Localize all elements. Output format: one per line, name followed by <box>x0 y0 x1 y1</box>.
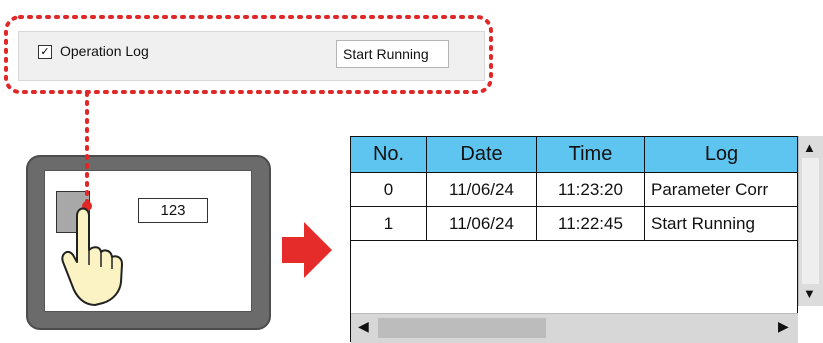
column-header-time: Time <box>536 136 645 173</box>
operation-log-label: Operation Log <box>60 43 149 59</box>
column-header-date: Date <box>426 136 537 173</box>
cell-log: Parameter Corr <box>644 172 799 207</box>
cell-time: 11:23:20 <box>536 172 645 207</box>
cell-date: 11/06/24 <box>426 206 537 241</box>
table-header-row: No. Date Time Log <box>350 136 799 173</box>
log-message-field[interactable]: Start Running <box>336 40 449 68</box>
cell-no: 1 <box>350 206 427 241</box>
scroll-right-arrow-icon[interactable]: ▶ <box>778 318 789 335</box>
column-header-log: Log <box>644 136 799 173</box>
log-table-grid: No. Date Time Log 0 11/06/24 11:23:20 Pa… <box>350 136 799 241</box>
cell-date: 11/06/24 <box>426 172 537 207</box>
numeric-display: 123 <box>138 198 208 223</box>
operation-log-checkbox[interactable]: ✓ <box>38 45 52 59</box>
screen-switch-button[interactable] <box>56 191 90 233</box>
scroll-down-arrow-icon[interactable]: ▼ <box>803 286 816 301</box>
cell-log: Start Running <box>644 206 799 241</box>
column-header-no: No. <box>350 136 427 173</box>
cell-no: 0 <box>350 172 427 207</box>
horizontal-scroll-thumb[interactable] <box>378 318 546 338</box>
cell-time: 11:22:45 <box>536 206 645 241</box>
table-row[interactable]: 0 11/06/24 11:23:20 Parameter Corr <box>350 172 799 207</box>
scroll-up-arrow-icon[interactable]: ▲ <box>803 140 816 155</box>
table-row[interactable]: 1 11/06/24 11:22:45 Start Running <box>350 206 799 241</box>
right-arrow-icon <box>282 222 332 278</box>
checkbox-check-icon: ✓ <box>40 46 50 58</box>
scroll-left-arrow-icon[interactable]: ◀ <box>358 318 369 335</box>
operation-log-table: No. Date Time Log 0 11/06/24 11:23:20 Pa… <box>350 136 799 342</box>
vertical-scroll-thumb[interactable] <box>802 158 819 284</box>
